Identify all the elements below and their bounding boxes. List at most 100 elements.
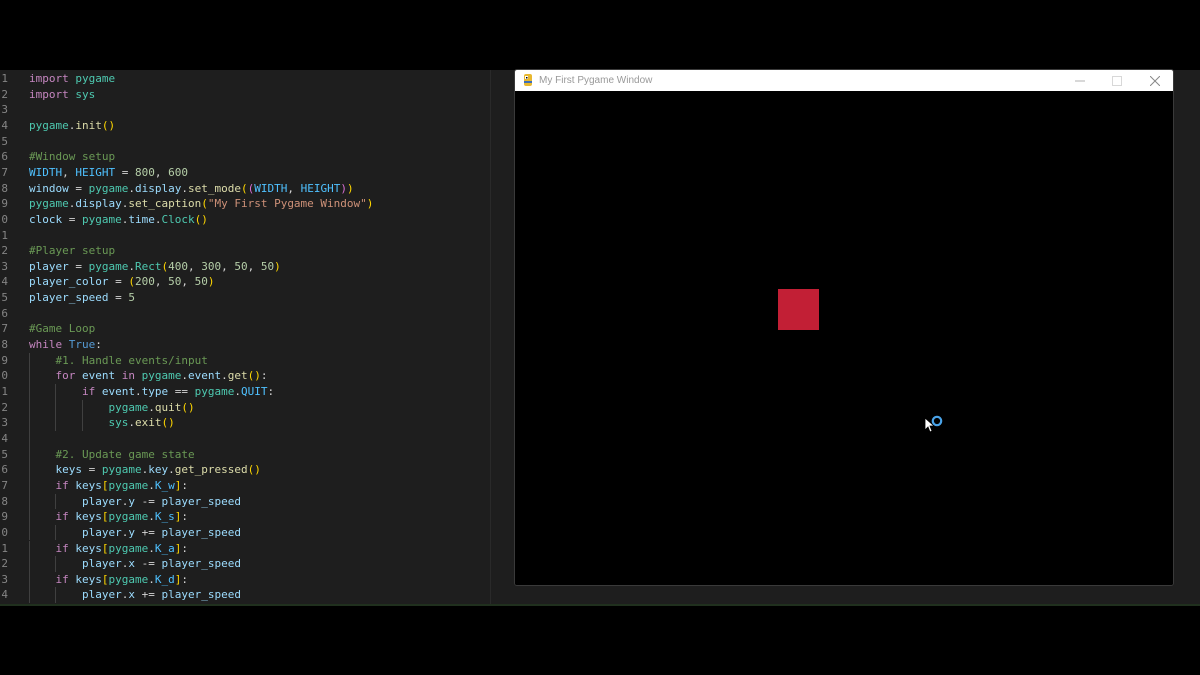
code-line[interactable]: 8 player.y -= player_speed <box>0 494 510 510</box>
code-line[interactable]: 4 player.x += player_speed <box>0 587 510 603</box>
close-button[interactable] <box>1137 70 1173 91</box>
indent-guide <box>55 384 57 400</box>
code-token: 50 <box>194 275 208 289</box>
line-number-text: 1 <box>1 385 8 398</box>
line-number: 4 <box>0 118 8 134</box>
code-line[interactable]: 0 for event in pygame.event.get(): <box>0 368 510 384</box>
code-line[interactable]: 1 if event.type == pygame.QUIT: <box>0 384 510 400</box>
code-text: pygame.display.set_caption("My First Pyg… <box>29 196 373 212</box>
line-number: 3 <box>0 259 8 275</box>
line-number: 3 <box>0 572 8 588</box>
code-token: , <box>221 259 235 273</box>
code-token: . <box>168 463 175 477</box>
code-text: import pygame <box>29 71 115 87</box>
code-token: , <box>154 165 169 179</box>
code-line[interactable]: 7 if keys[pygame.K_w]: <box>0 478 510 494</box>
code-token: 200 <box>134 275 155 289</box>
code-line[interactable]: 6 #Window setup <box>0 149 510 165</box>
code-line[interactable]: 2 #Player setup <box>0 243 510 259</box>
maximize-icon <box>1112 75 1122 86</box>
window-titlebar[interactable]: My First Pygame Window <box>515 70 1173 91</box>
code-line[interactable]: 1 if keys[pygame.K_a]: <box>0 541 510 557</box>
code-line[interactable]: 4 pygame.init() <box>0 118 510 134</box>
code-token: . <box>128 259 135 273</box>
code-line[interactable]: 6 <box>0 306 510 322</box>
code-line[interactable]: 2 player.x -= player_speed <box>0 556 510 572</box>
code-line[interactable]: 9 if keys[pygame.K_s]: <box>0 509 510 525</box>
code-line[interactable]: 0 player.y += player_speed <box>0 525 510 541</box>
code-area[interactable]: 1 import pygame 2 import sys 3 4 pygame.init()… <box>0 70 510 604</box>
code-line[interactable]: 7 WIDTH, HEIGHT = 800, 600 <box>0 165 510 181</box>
indent-guide <box>55 587 57 604</box>
code-line[interactable]: 5 player_speed = 5 <box>0 290 510 306</box>
code-token: pygame <box>108 510 149 524</box>
code-token: . <box>221 369 228 383</box>
line-number: 0 <box>0 525 8 541</box>
code-token: 800 <box>135 165 155 179</box>
code-token: . <box>154 212 162 226</box>
code-line[interactable]: 3 sys.exit() <box>0 415 510 431</box>
line-number: 6 <box>0 462 8 478</box>
line-number: 0 <box>0 368 8 384</box>
code-line[interactable]: 1 <box>0 228 510 244</box>
code-token: () <box>101 118 116 132</box>
status-bar-edge <box>0 604 1200 606</box>
code-line[interactable]: 8 while True: <box>0 337 510 353</box>
code-token: : <box>181 572 188 586</box>
code-token: ( <box>128 275 135 289</box>
code-line[interactable]: 3 <box>0 102 510 118</box>
code-token: #1. Handle events/input <box>55 353 208 367</box>
code-line[interactable]: 8 window = pygame.display.set_mode((WIDTH… <box>0 181 510 197</box>
code-token: display <box>75 197 122 211</box>
code-token: WIDTH <box>29 165 63 179</box>
line-number-text: 4 <box>1 118 8 132</box>
code-line[interactable]: 5 #2. Update game state <box>0 447 510 463</box>
indent-guide <box>29 509 30 525</box>
code-token: sys <box>108 416 129 430</box>
line-number-text: 8 <box>1 181 8 195</box>
code-token: keys <box>75 478 102 492</box>
player-rect <box>778 289 819 330</box>
code-line[interactable]: 7 #Game Loop <box>0 321 510 337</box>
code-text: #Game Loop <box>29 321 95 337</box>
code-line[interactable]: 9 pygame.display.set_caption("My First Py… <box>0 196 510 212</box>
code-line[interactable]: 2 import sys <box>0 87 510 103</box>
code-line[interactable]: 3 if keys[pygame.K_d]: <box>0 572 510 588</box>
line-number-text: 2 <box>1 557 8 571</box>
code-line[interactable]: 2 pygame.quit() <box>0 400 510 416</box>
code-text: player = pygame.Rect(400, 300, 50, 50) <box>29 259 281 275</box>
minimize-button[interactable] <box>1062 70 1098 91</box>
code-text: import sys <box>29 87 95 103</box>
line-number: 9 <box>0 196 8 212</box>
code-line[interactable]: 1 import pygame <box>0 71 510 87</box>
code-token: sys <box>75 87 96 101</box>
line-number-text: 6 <box>1 150 8 164</box>
screen: 1 import pygame 2 import sys 3 4 pygame.init()… <box>0 0 1200 675</box>
indent-guide <box>29 571 30 588</box>
code-token: : <box>267 385 275 398</box>
code-token: = <box>82 463 102 477</box>
pygame-window[interactable]: My First Pygame Window <box>514 69 1174 586</box>
code-line[interactable]: 3 player = pygame.Rect(400, 300, 50, 50) <box>0 259 510 275</box>
code-token: = <box>108 291 129 305</box>
code-token: ) <box>274 259 281 273</box>
line-number-text: 6 <box>1 463 8 477</box>
code-token: clock <box>29 212 63 226</box>
code-token: #Window setup <box>29 150 116 164</box>
code-token: , <box>181 275 195 289</box>
code-line[interactable]: 4 player_color = (200, 50, 50) <box>0 274 510 290</box>
indent-guide <box>29 415 30 431</box>
code-line[interactable]: 0 clock = pygame.time.Clock() <box>0 212 510 228</box>
code-line[interactable]: 9 #1. Handle events/input <box>0 353 510 369</box>
maximize-button[interactable] <box>1099 70 1135 91</box>
code-line[interactable]: 4 <box>0 431 510 447</box>
game-canvas[interactable] <box>515 91 1173 585</box>
code-line[interactable]: 5 <box>0 134 510 150</box>
code-line[interactable]: 6 keys = pygame.key.get_pressed() <box>0 462 510 478</box>
